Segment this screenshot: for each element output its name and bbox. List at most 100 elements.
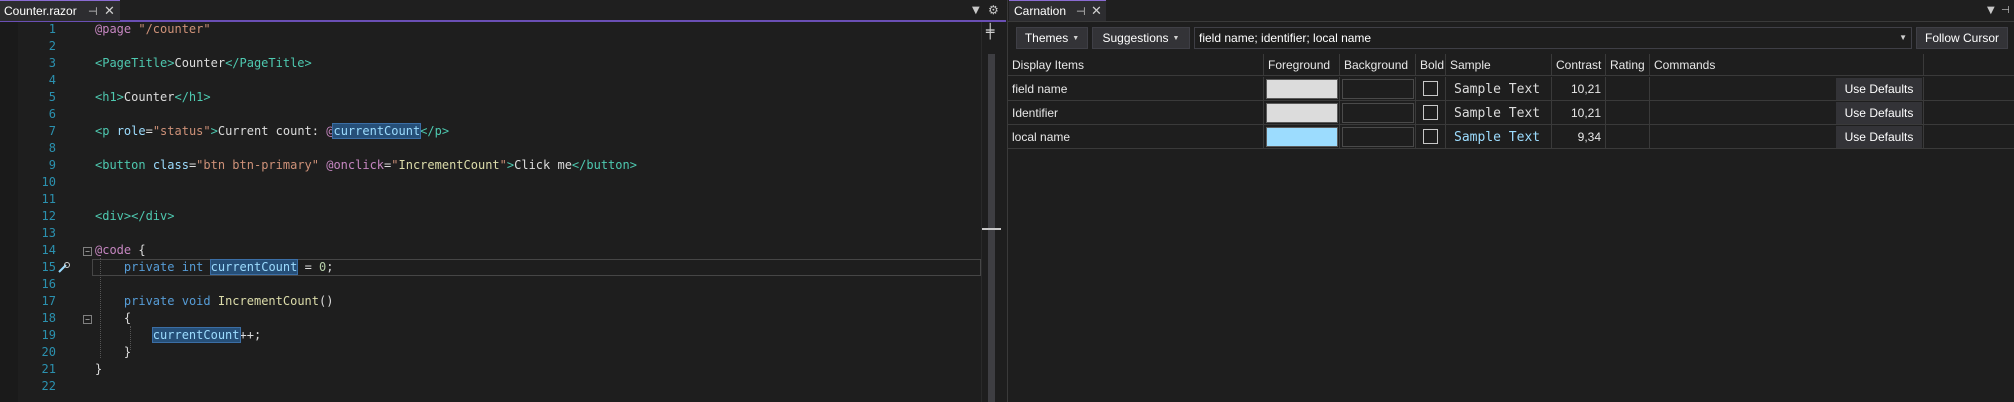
foreground-cell[interactable] [1264, 101, 1340, 125]
follow-cursor-label: Follow Cursor [1924, 31, 1999, 45]
split-window-icon[interactable]: ╪ [986, 24, 994, 40]
tab-carnation[interactable]: Carnation ⊣ ✕ [1009, 0, 1106, 21]
collapse-method-icon[interactable]: − [83, 315, 92, 324]
display-item-name: local name [1008, 125, 1264, 149]
line-number: 11 [41, 192, 56, 206]
foreground-cell[interactable] [1264, 77, 1340, 101]
line-number: 14 [41, 243, 56, 257]
foreground-swatch[interactable] [1266, 127, 1338, 147]
column-header[interactable]: Rating [1606, 54, 1650, 76]
column-header[interactable]: Display Items [1008, 54, 1264, 76]
bold-cell [1416, 101, 1446, 125]
table-row[interactable]: local name Sample Text 9,34 Use Defaults [1008, 125, 2014, 149]
vertical-scrollbar[interactable]: ╪ [981, 22, 1001, 402]
line-number: 19 [41, 328, 56, 342]
suggestions-button[interactable]: Suggestions ▼ [1092, 27, 1190, 49]
code-line[interactable]: currentCount++; [95, 327, 261, 343]
themes-button[interactable]: Themes ▼ [1016, 27, 1088, 49]
column-header[interactable]: Bold [1416, 54, 1446, 76]
background-cell[interactable] [1340, 125, 1416, 149]
contrast-value: 10,21 [1552, 101, 1606, 125]
table-row[interactable]: Identifier Sample Text 10,21 Use Default… [1008, 101, 2014, 125]
pin-icon[interactable]: ⊣ [1076, 6, 1086, 17]
chevron-down-icon: ▼ [1072, 34, 1080, 42]
suggestions-label: Suggestions [1102, 31, 1169, 45]
line-number: 18 [41, 311, 56, 325]
code-line[interactable]: private int currentCount = 0; [95, 259, 334, 275]
line-number: 12 [41, 209, 56, 223]
bold-checkbox[interactable] [1423, 81, 1438, 96]
column-header[interactable]: Sample [1446, 54, 1552, 76]
foreground-cell[interactable] [1264, 125, 1340, 149]
code-line[interactable]: { [95, 311, 131, 325]
code-line[interactable]: <h1>Counter</h1> [95, 90, 211, 104]
pin-icon[interactable]: ⊣ [2001, 6, 2010, 16]
carnation-toolbar: Themes ▼ Suggestions ▼ field name; identif… [1008, 24, 2014, 52]
bold-cell [1416, 77, 1446, 101]
tab-label: Carnation [1014, 4, 1067, 18]
background-swatch[interactable] [1342, 103, 1414, 123]
background-cell[interactable] [1340, 101, 1416, 125]
collapse-code-block-icon[interactable]: − [83, 247, 92, 256]
line-number: 6 [48, 107, 56, 121]
line-number: 21 [41, 362, 56, 376]
code-line[interactable]: <button class="btn btn-primary" @onclick… [95, 158, 637, 172]
follow-cursor-button[interactable]: Follow Cursor [1916, 27, 2008, 49]
glyph-margin [0, 22, 18, 402]
close-icon[interactable]: ✕ [1091, 5, 1102, 18]
dropdown-arrow-icon[interactable]: ▼ [972, 6, 980, 16]
use-defaults-button[interactable]: Use Defaults [1836, 126, 1922, 148]
line-number: 7 [48, 124, 56, 138]
column-header[interactable]: Foreground [1264, 54, 1340, 76]
line-number: 4 [48, 73, 56, 87]
commands-cell: Use Defaults [1650, 77, 1924, 101]
bold-checkbox[interactable] [1423, 105, 1438, 120]
code-line[interactable]: private void IncrementCount() [95, 294, 334, 308]
gear-icon[interactable]: ⚙ [988, 4, 999, 16]
code-line[interactable]: <p role="status">Current count: @current… [95, 123, 449, 139]
grid-header: Display Items Foreground Background Bold… [1008, 54, 2014, 76]
chevron-down-icon: ▼ [1172, 34, 1180, 42]
code-line[interactable]: } [95, 362, 102, 376]
column-header[interactable]: Background [1340, 54, 1416, 76]
commands-cell: Use Defaults [1650, 101, 1924, 125]
close-icon[interactable]: ✕ [104, 5, 115, 18]
sample-text: Sample Text [1446, 125, 1552, 149]
code-line[interactable]: @code { [95, 243, 146, 257]
foreground-swatch[interactable] [1266, 103, 1338, 123]
code-line[interactable]: <div></div> [95, 209, 174, 223]
line-number: 10 [41, 175, 56, 189]
dropdown-arrow-icon[interactable]: ▼ [1987, 6, 1995, 16]
editor-pane: Counter.razor ⊣ ✕ ▼ ⚙ 1 2 3 4 5 6 7 8 9 … [0, 0, 1006, 402]
table-row[interactable]: field name Sample Text 10,21 Use Default… [1008, 77, 2014, 101]
foreground-swatch[interactable] [1266, 79, 1338, 99]
sample-text: Sample Text [1446, 101, 1552, 125]
use-defaults-button[interactable]: Use Defaults [1836, 78, 1922, 100]
background-cell[interactable] [1340, 77, 1416, 101]
line-number: 20 [41, 345, 56, 359]
column-header[interactable]: Contrast [1552, 54, 1606, 76]
line-number: 5 [48, 90, 56, 104]
line-number: 8 [48, 141, 56, 155]
use-defaults-button[interactable]: Use Defaults [1836, 102, 1922, 124]
commands-cell: Use Defaults [1650, 125, 1924, 149]
display-items-selector[interactable]: field name; identifier; local name ▼ [1194, 27, 1912, 49]
background-swatch[interactable] [1342, 127, 1414, 147]
rating-value [1606, 125, 1650, 149]
line-number: 22 [41, 379, 56, 393]
line-number: 16 [41, 277, 56, 291]
column-header[interactable]: Commands [1650, 54, 1924, 76]
carnation-pane: Carnation ⊣ ✕ ▼ ⊣ Themes ▼ Suggestions ▼ f… [1007, 0, 2014, 402]
bold-checkbox[interactable] [1423, 129, 1438, 144]
code-line[interactable]: @page "/counter" [95, 22, 211, 36]
chevron-down-icon[interactable]: ▼ [1899, 33, 1907, 42]
pin-icon[interactable]: ⊣ [88, 6, 98, 17]
line-number: 2 [48, 39, 56, 53]
background-swatch[interactable] [1342, 79, 1414, 99]
selection-value: field name; identifier; local name [1199, 31, 1372, 45]
code-line[interactable]: <PageTitle>Counter</PageTitle> [95, 56, 312, 70]
themes-label: Themes [1024, 31, 1069, 45]
code-line[interactable]: } [95, 345, 131, 359]
tab-counter-razor[interactable]: Counter.razor ⊣ ✕ [0, 0, 120, 21]
quick-actions-icon[interactable] [57, 262, 71, 274]
